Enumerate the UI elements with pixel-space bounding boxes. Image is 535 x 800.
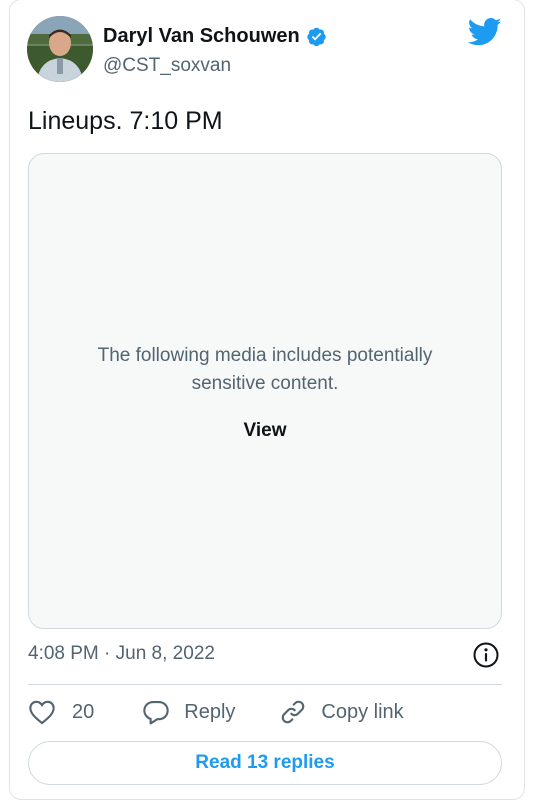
link-icon: [279, 698, 307, 726]
tweet-actions: 20 Reply Copy link: [28, 697, 404, 727]
reply-label: Reply: [184, 700, 236, 723]
info-icon[interactable]: [472, 641, 500, 669]
author-name[interactable]: Daryl Van Schouwen: [103, 25, 300, 48]
view-media-button[interactable]: View: [29, 420, 501, 442]
verified-badge-icon: [306, 26, 327, 47]
heart-icon: [28, 699, 56, 725]
twitter-bird-icon[interactable]: [467, 17, 502, 47]
avatar[interactable]: [27, 16, 93, 82]
read-replies-button[interactable]: Read 13 replies: [28, 741, 502, 785]
author-handle[interactable]: @CST_soxvan: [103, 55, 231, 77]
reply-button[interactable]: Reply: [128, 699, 235, 725]
copy-link-button[interactable]: Copy link: [265, 698, 404, 726]
like-button[interactable]: 20: [28, 699, 94, 725]
reply-icon: [142, 699, 170, 725]
sensitive-media-placeholder[interactable]: The following media includes potentially…: [28, 153, 502, 629]
like-count: 20: [72, 700, 95, 723]
tweet-timestamp[interactable]: 4:08 PM · Jun 8, 2022: [28, 643, 215, 665]
author-name-row[interactable]: Daryl Van Schouwen: [103, 25, 327, 48]
sensitive-content-notice: The following media includes potentially…: [97, 345, 433, 394]
divider: [28, 684, 502, 685]
copy-link-label: Copy link: [321, 700, 404, 723]
tweet-text: Lineups. 7:10 PM: [28, 107, 223, 135]
